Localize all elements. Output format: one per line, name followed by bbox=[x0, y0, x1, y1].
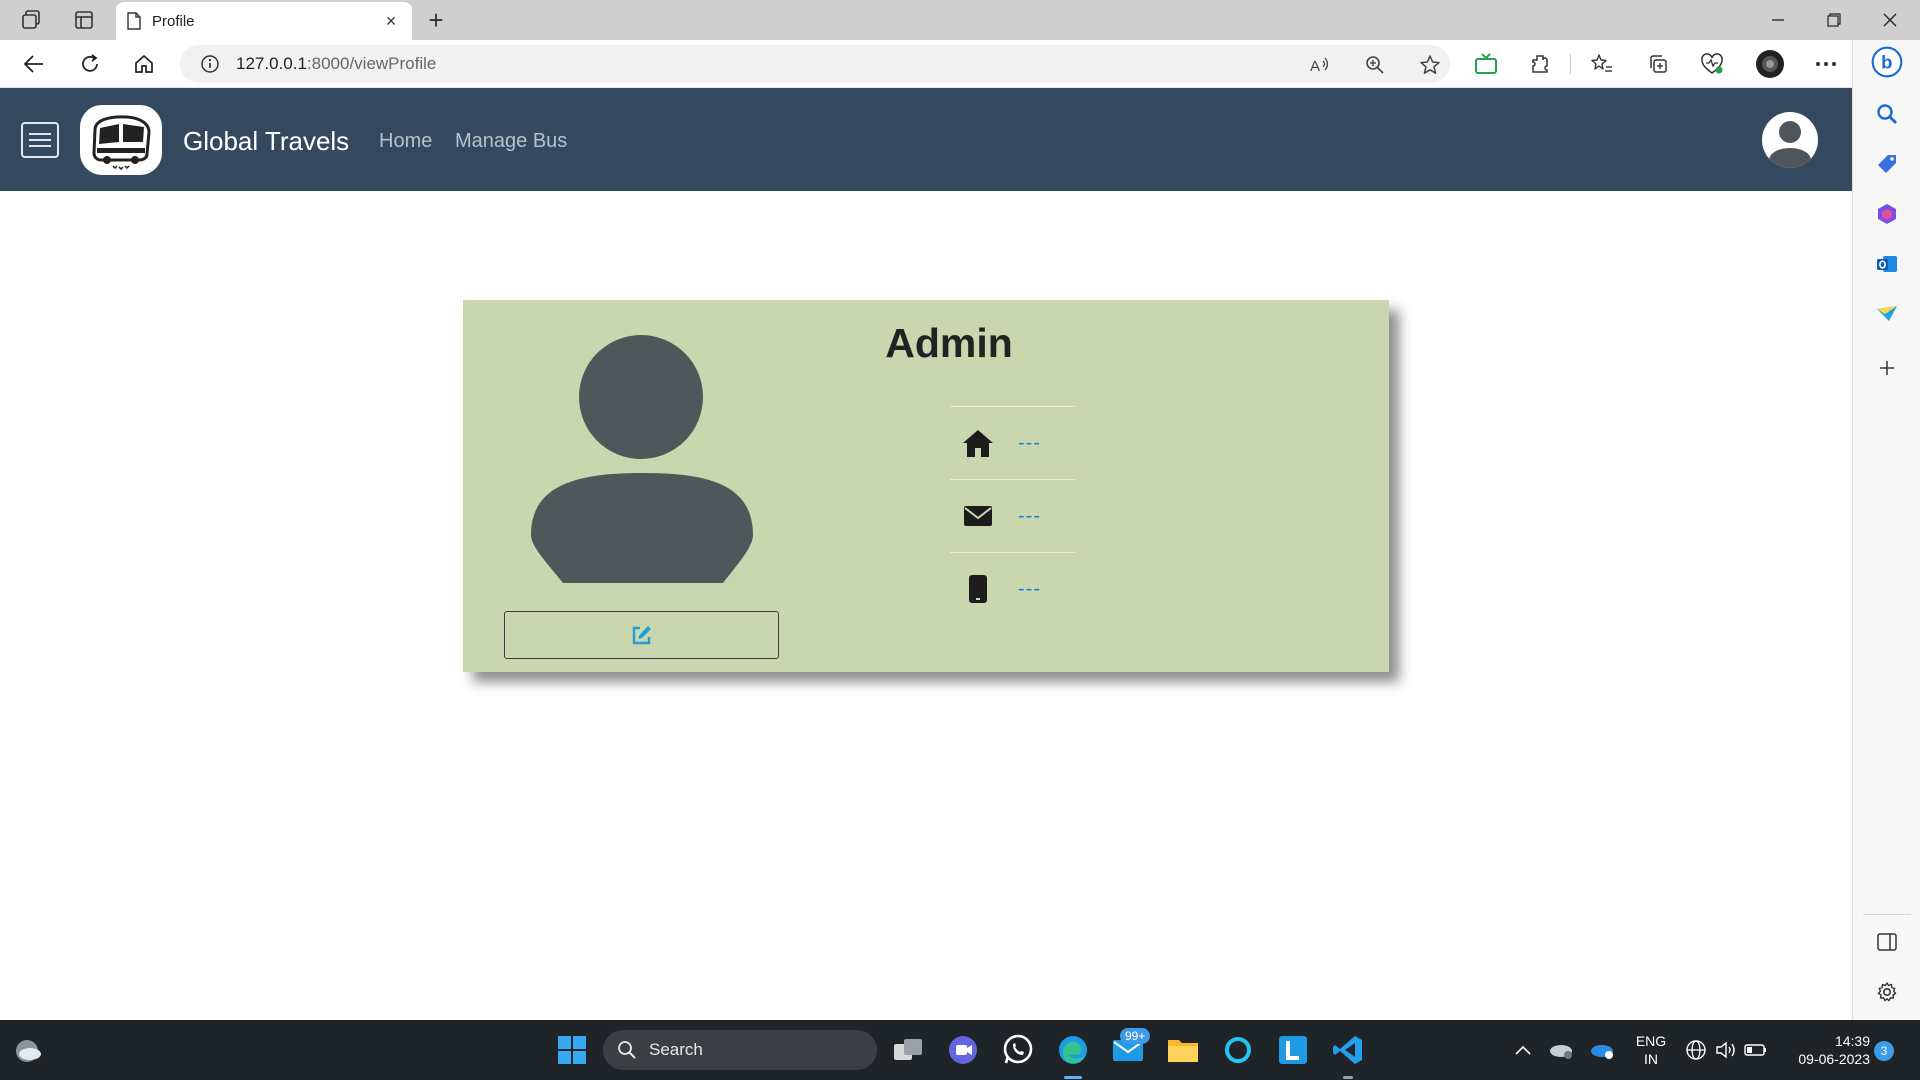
favorite-star-icon[interactable] bbox=[1415, 53, 1445, 77]
file-explorer-icon[interactable] bbox=[1163, 1030, 1203, 1070]
tab-close-icon[interactable]: × bbox=[380, 11, 402, 32]
back-icon[interactable] bbox=[16, 48, 52, 80]
mobile-phone-icon bbox=[950, 574, 1006, 604]
hide-sidebar-icon[interactable] bbox=[1871, 926, 1903, 958]
edge-browser-icon[interactable] bbox=[1053, 1030, 1093, 1070]
favorites-icon[interactable] bbox=[1586, 50, 1618, 78]
profile-card: Admin --- --- --- bbox=[463, 300, 1389, 672]
info-row-phone: --- bbox=[950, 552, 1075, 625]
vertical-tabs-icon[interactable] bbox=[69, 6, 99, 34]
nav-link-manage-bus[interactable]: Manage Bus bbox=[455, 130, 567, 153]
taskbar: Search ENG IN 14:39 09-06-2023 bbox=[0, 1020, 1920, 1080]
tab-title: Profile bbox=[152, 12, 195, 30]
page-icon bbox=[127, 12, 141, 30]
edit-icon bbox=[632, 626, 651, 645]
profile-phone-value[interactable]: --- bbox=[1018, 578, 1041, 601]
browser-tab-strip: Profile × + bbox=[0, 0, 1920, 40]
bing-copilot-icon[interactable]: b bbox=[1871, 46, 1903, 78]
info-row-email: --- bbox=[950, 479, 1075, 552]
app-l-icon[interactable] bbox=[1273, 1030, 1313, 1070]
extensions-icon[interactable] bbox=[1524, 50, 1556, 78]
notification-count[interactable]: 3 bbox=[1874, 1041, 1894, 1061]
onedrive-sync-icon[interactable] bbox=[1541, 1030, 1581, 1070]
taskbar-search-label: Search bbox=[649, 1040, 703, 1059]
edit-profile-button[interactable] bbox=[504, 611, 779, 659]
profile-name: Admin bbox=[885, 320, 1013, 366]
user-avatar-icon[interactable] bbox=[1762, 112, 1818, 168]
start-windows-icon[interactable] bbox=[552, 1030, 592, 1070]
tab-profile[interactable]: Profile × bbox=[116, 2, 412, 40]
bus-logo-icon[interactable] bbox=[80, 105, 162, 175]
add-sidebar-app-icon[interactable] bbox=[1871, 352, 1903, 384]
battery-icon[interactable] bbox=[1736, 1030, 1776, 1070]
address-bar-row: 127.0.0.1:8000/viewProfile A bbox=[0, 40, 1852, 88]
mail-badge: 99+ bbox=[1120, 1028, 1151, 1044]
minimize-icon[interactable] bbox=[1750, 0, 1806, 40]
drop-send-icon[interactable] bbox=[1871, 298, 1903, 330]
show-hidden-icons-icon[interactable] bbox=[1503, 1030, 1543, 1070]
weather-icon[interactable] bbox=[8, 1030, 48, 1070]
restore-icon[interactable] bbox=[1806, 0, 1862, 40]
outlook-icon[interactable] bbox=[1871, 248, 1903, 280]
site-navbar: Global Travels Home Manage Bus bbox=[0, 88, 1852, 191]
more-options-icon[interactable] bbox=[1810, 50, 1842, 78]
cortana-icon[interactable] bbox=[1218, 1030, 1258, 1070]
media-icon[interactable] bbox=[1470, 50, 1502, 78]
profile-address-value[interactable]: --- bbox=[1018, 432, 1041, 455]
onedrive-cloud-icon[interactable] bbox=[1582, 1030, 1622, 1070]
info-row-address: --- bbox=[950, 406, 1075, 479]
clock[interactable]: 14:39 09-06-2023 bbox=[1778, 1032, 1870, 1068]
svg-text:A: A bbox=[1310, 58, 1320, 75]
search-icon bbox=[618, 1041, 636, 1059]
collections-icon[interactable] bbox=[1642, 50, 1674, 78]
taskbar-search[interactable]: Search bbox=[603, 1030, 877, 1070]
sidebar-settings-icon[interactable] bbox=[1871, 976, 1903, 1008]
shopping-tag-icon[interactable] bbox=[1871, 148, 1903, 180]
envelope-icon bbox=[950, 505, 1006, 527]
site-brand[interactable]: Global Travels bbox=[183, 126, 349, 157]
office-icon[interactable] bbox=[1871, 198, 1903, 230]
vscode-icon[interactable] bbox=[1328, 1030, 1368, 1070]
read-aloud-icon[interactable]: A bbox=[1305, 53, 1335, 77]
new-tab-button[interactable]: + bbox=[420, 4, 452, 36]
language-indicator[interactable]: ENG IN bbox=[1630, 1032, 1672, 1068]
whatsapp-icon[interactable] bbox=[998, 1030, 1038, 1070]
menu-toggle-icon[interactable] bbox=[21, 122, 59, 158]
profile-info-table: --- --- --- bbox=[950, 406, 1075, 625]
svg-text:b: b bbox=[1881, 52, 1892, 73]
profile-email-value[interactable]: --- bbox=[1018, 505, 1041, 528]
nav-link-home[interactable]: Home bbox=[379, 130, 432, 153]
vscode-running-indicator bbox=[1343, 1076, 1353, 1079]
sidebar-search-icon[interactable] bbox=[1871, 98, 1903, 130]
address-bar[interactable]: 127.0.0.1:8000/viewProfile A bbox=[180, 45, 1450, 83]
refresh-icon[interactable] bbox=[72, 48, 108, 80]
profile-picture-icon[interactable] bbox=[1754, 50, 1786, 78]
edge-sidebar: b bbox=[1852, 40, 1920, 1020]
workspaces-icon[interactable] bbox=[17, 6, 47, 34]
task-view-icon[interactable] bbox=[888, 1030, 928, 1070]
home-icon bbox=[950, 428, 1006, 458]
teams-chat-icon[interactable] bbox=[943, 1030, 983, 1070]
home-browser-icon[interactable] bbox=[126, 48, 162, 80]
edge-active-indicator bbox=[1064, 1076, 1082, 1079]
browser-essentials-icon[interactable] bbox=[1696, 50, 1728, 78]
toolbar-divider bbox=[1570, 54, 1571, 74]
zoom-icon[interactable] bbox=[1360, 53, 1390, 77]
site-info-icon[interactable] bbox=[200, 54, 220, 74]
close-window-icon[interactable] bbox=[1862, 0, 1918, 40]
url-text: 127.0.0.1:8000/viewProfile bbox=[236, 54, 437, 73]
sidebar-divider bbox=[1863, 914, 1911, 915]
profile-avatar-icon bbox=[531, 335, 755, 585]
